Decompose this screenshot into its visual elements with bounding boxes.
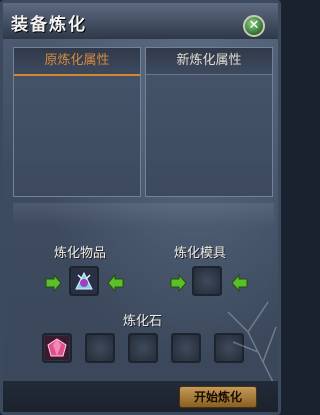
stone-slot-3[interactable] bbox=[128, 333, 158, 363]
refine-panel: 装备炼化 ✕ 原炼化属性 新炼化属性 炼化物品 炼化模具 炼化石 开始炼化 bbox=[0, 0, 281, 415]
green-arrow-icon bbox=[170, 274, 187, 292]
window-title: 装备炼化 bbox=[11, 15, 87, 35]
stone-slot-2[interactable] bbox=[85, 333, 115, 363]
refine-mold-label: 炼化模具 bbox=[174, 246, 227, 261]
start-refine-button[interactable]: 开始炼化 bbox=[179, 386, 257, 408]
equipment-icon bbox=[72, 269, 96, 293]
divider bbox=[13, 203, 274, 227]
green-arrow-icon bbox=[45, 274, 62, 292]
refine-item-label: 炼化物品 bbox=[54, 246, 107, 261]
gem-icon bbox=[45, 336, 69, 360]
original-attributes-panel: 原炼化属性 bbox=[13, 47, 141, 197]
stone-slot-4[interactable] bbox=[171, 333, 201, 363]
stone-slot-1[interactable] bbox=[42, 333, 72, 363]
original-attributes-label: 原炼化属性 bbox=[14, 48, 140, 76]
close-icon[interactable]: ✕ bbox=[243, 15, 265, 37]
new-attributes-label: 新炼化属性 bbox=[146, 48, 272, 75]
green-arrow-icon bbox=[107, 274, 124, 292]
refine-item-slot[interactable] bbox=[69, 266, 99, 296]
refine-stone-label: 炼化石 bbox=[123, 314, 163, 329]
title-bar[interactable]: 装备炼化 ✕ bbox=[3, 3, 278, 39]
new-attributes-panel: 新炼化属性 bbox=[145, 47, 273, 197]
frost-decoration bbox=[227, 301, 277, 382]
